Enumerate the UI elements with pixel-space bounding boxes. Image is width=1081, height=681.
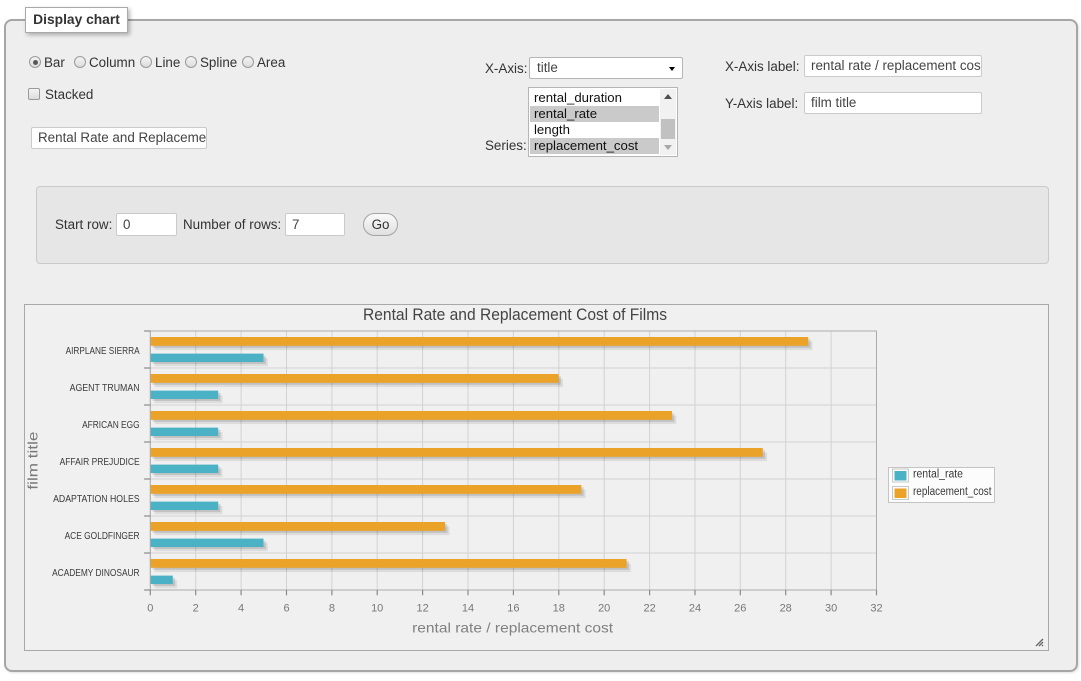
svg-text:4: 4 — [238, 603, 244, 615]
svg-text:ACADEMY DINOSAUR: ACADEMY DINOSAUR — [52, 568, 140, 579]
svg-text:12: 12 — [416, 603, 428, 615]
svg-text:film title: film title — [25, 431, 41, 489]
svg-text:26: 26 — [734, 603, 746, 615]
svg-text:16: 16 — [507, 603, 519, 615]
svg-text:24: 24 — [689, 603, 701, 615]
svg-text:rental_rate: rental_rate — [913, 469, 963, 481]
svg-text:32: 32 — [870, 603, 882, 615]
svg-text:30: 30 — [825, 603, 837, 615]
svg-text:0: 0 — [147, 603, 153, 615]
svg-text:Rental Rate and Replacement Co: Rental Rate and Replacement Cost of Film… — [363, 306, 667, 324]
svg-text:AIRPLANE SIERRA: AIRPLANE SIERRA — [66, 346, 140, 357]
svg-text:14: 14 — [462, 603, 474, 615]
svg-text:2: 2 — [193, 603, 199, 615]
svg-text:rental rate / replacement cost: rental rate / replacement cost — [412, 620, 613, 636]
svg-text:AFRICAN EGG: AFRICAN EGG — [82, 420, 140, 431]
svg-text:ACE GOLDFINGER: ACE GOLDFINGER — [65, 531, 140, 542]
svg-text:ADAPTATION HOLES: ADAPTATION HOLES — [53, 494, 140, 505]
svg-text:20: 20 — [598, 603, 610, 615]
svg-text:AGENT TRUMAN: AGENT TRUMAN — [70, 383, 140, 394]
svg-text:22: 22 — [643, 603, 655, 615]
svg-text:10: 10 — [371, 603, 383, 615]
svg-text:28: 28 — [780, 603, 792, 615]
svg-text:6: 6 — [283, 603, 289, 615]
svg-text:replacement_cost: replacement_cost — [913, 486, 992, 498]
svg-text:18: 18 — [553, 603, 565, 615]
svg-text:AFFAIR PREJUDICE: AFFAIR PREJUDICE — [60, 457, 140, 468]
svg-text:8: 8 — [329, 603, 335, 615]
